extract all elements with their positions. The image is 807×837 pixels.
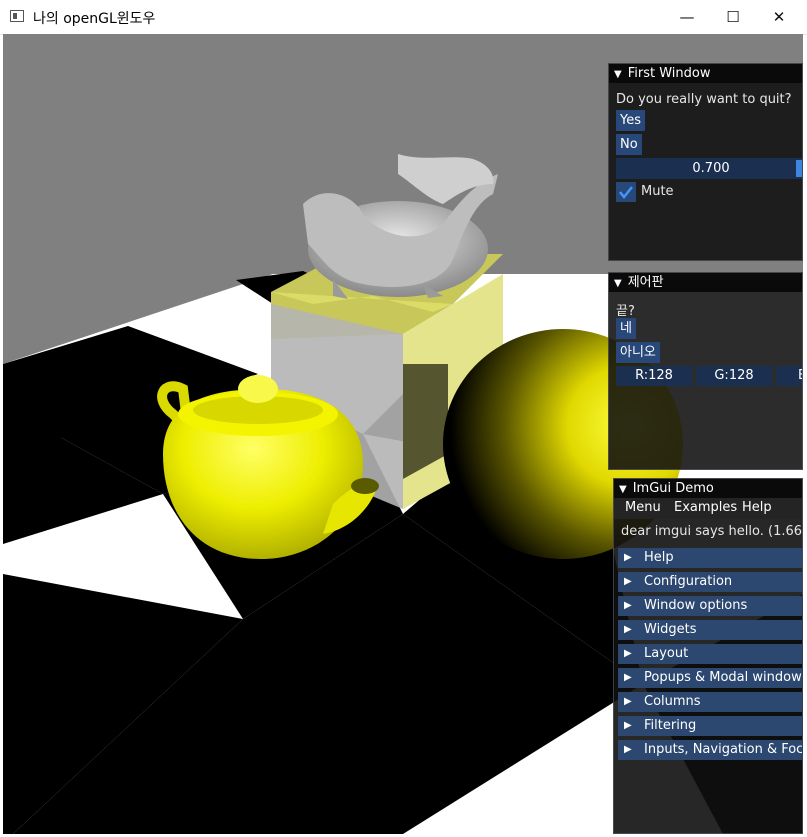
mute-label: Mute xyxy=(641,184,674,199)
section-window-options[interactable]: ▶ Window options xyxy=(618,596,802,616)
maximize-button[interactable]: ☐ xyxy=(710,0,756,34)
collapse-triangle-icon[interactable]: ▼ xyxy=(619,484,627,495)
menu-menu[interactable]: Menu xyxy=(625,500,661,515)
expand-triangle-icon: ▶ xyxy=(624,720,632,731)
section-widgets[interactable]: ▶ Widgets xyxy=(618,620,802,640)
expand-triangle-icon: ▶ xyxy=(624,696,632,707)
close-button[interactable]: ✕ xyxy=(756,0,802,34)
expand-triangle-icon: ▶ xyxy=(624,576,632,587)
expand-triangle-icon: ▶ xyxy=(624,672,632,683)
no-korean-button[interactable]: 아니오 xyxy=(616,342,660,363)
collapse-triangle-icon[interactable]: ▼ xyxy=(614,278,622,289)
expand-triangle-icon: ▶ xyxy=(624,552,632,563)
app-window-icon xyxy=(10,10,24,22)
no-button[interactable]: No xyxy=(616,134,642,155)
hello-text: dear imgui says hello. (1.66 WIP) xyxy=(621,524,803,539)
checkmark-icon xyxy=(619,186,633,200)
section-layout[interactable]: ▶ Layout xyxy=(618,644,802,664)
expand-triangle-icon: ▶ xyxy=(624,624,632,635)
value-slider[interactable]: 0.700 xyxy=(616,158,802,179)
expand-triangle-icon: ▶ xyxy=(624,600,632,611)
menu-examples[interactable]: Examples xyxy=(674,500,737,515)
control-panel-title: 제어판 xyxy=(627,275,664,290)
opengl-viewport[interactable]: ▼ First Window Do you really want to quit… xyxy=(3,34,803,834)
section-inputs-navigation[interactable]: ▶ Inputs, Navigation & Focus xyxy=(618,740,802,760)
section-help[interactable]: ▶ Help xyxy=(618,548,802,568)
b-drag-field[interactable]: B xyxy=(776,366,802,386)
imgui-demo-window[interactable]: ▼ ImGui Demo Menu Examples Help dear imgu… xyxy=(613,478,803,834)
menu-help[interactable]: Help xyxy=(742,500,772,515)
section-columns[interactable]: ▶ Columns xyxy=(618,692,802,712)
slider-value-text: 0.700 xyxy=(692,161,730,176)
minimize-icon: — xyxy=(679,8,695,26)
section-popups-modal[interactable]: ▶ Popups & Modal windows xyxy=(618,668,802,688)
control-panel-window[interactable]: ▼ 제어판 끝? 네 아니오 R:128 G:128 B xyxy=(608,272,803,470)
imgui-demo-title: ImGui Demo xyxy=(632,481,714,496)
end-question-text: 끝? xyxy=(616,304,635,319)
expand-triangle-icon: ▶ xyxy=(624,648,632,659)
quit-question-text: Do you really want to quit? xyxy=(616,92,792,107)
first-window-title: First Window xyxy=(627,66,711,81)
section-filtering[interactable]: ▶ Filtering xyxy=(618,716,802,736)
first-window-titlebar[interactable]: ▼ First Window xyxy=(609,64,802,83)
slider-grab-handle[interactable] xyxy=(796,160,802,177)
r-drag-field[interactable]: R:128 xyxy=(616,366,692,386)
expand-triangle-icon: ▶ xyxy=(624,744,632,755)
window-title: 나의 openGL윈도우 xyxy=(33,11,156,27)
mute-checkbox[interactable] xyxy=(616,182,636,202)
close-icon: ✕ xyxy=(772,8,786,26)
collapse-triangle-icon[interactable]: ▼ xyxy=(614,69,622,80)
section-configuration[interactable]: ▶ Configuration xyxy=(618,572,802,592)
demo-menubar: Menu Examples Help xyxy=(614,498,802,519)
window-titlebar[interactable]: 나의 openGL윈도우 — ☐ ✕ xyxy=(0,0,807,35)
minimize-button[interactable]: — xyxy=(664,0,710,34)
maximize-icon: ☐ xyxy=(726,8,740,26)
control-panel-titlebar[interactable]: ▼ 제어판 xyxy=(609,273,802,292)
imgui-demo-titlebar[interactable]: ▼ ImGui Demo xyxy=(614,479,802,498)
first-window-panel[interactable]: ▼ First Window Do you really want to quit… xyxy=(608,63,803,261)
g-drag-field[interactable]: G:128 xyxy=(696,366,772,386)
yes-korean-button[interactable]: 네 xyxy=(616,318,636,339)
yes-button[interactable]: Yes xyxy=(616,110,645,131)
